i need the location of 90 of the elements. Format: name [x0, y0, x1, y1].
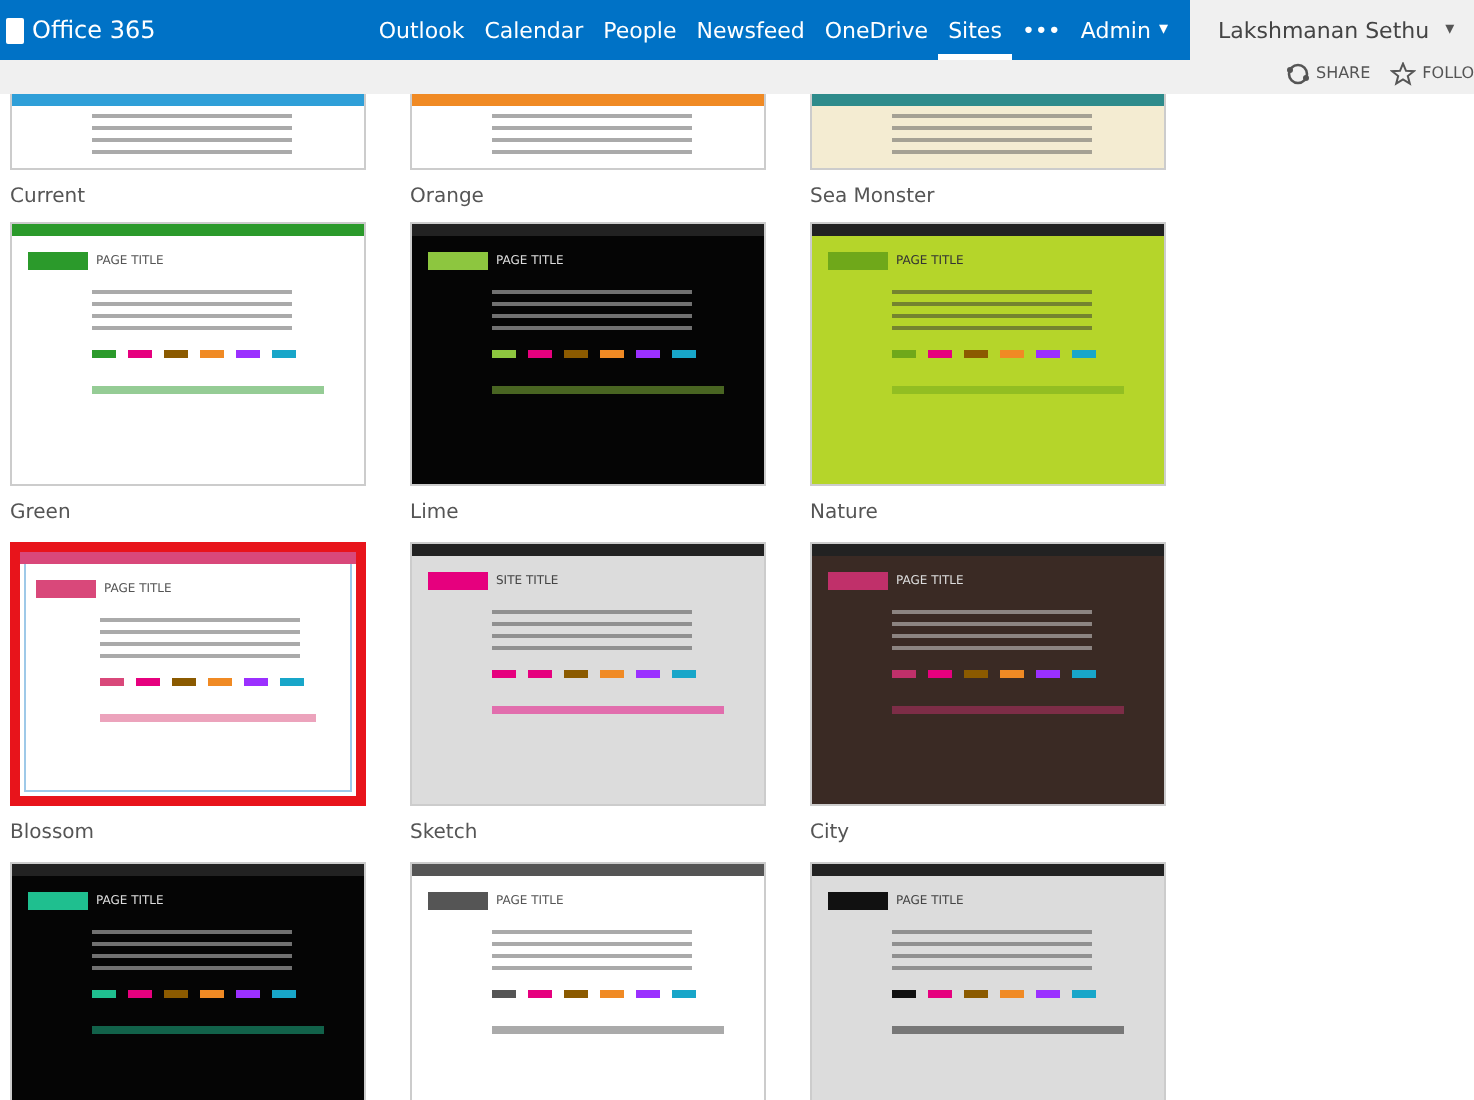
- theme-name: Lime: [410, 500, 461, 524]
- share-button[interactable]: SHARE: [1285, 60, 1371, 86]
- color-swatch: [892, 350, 916, 358]
- color-swatch: [600, 990, 624, 998]
- color-swatch: [672, 670, 696, 678]
- color-swatch: [528, 670, 552, 678]
- color-swatch: [964, 670, 988, 678]
- color-swatch: [1072, 990, 1096, 998]
- color-swatch: [928, 350, 952, 358]
- color-swatch: [1072, 670, 1096, 678]
- site-logo-block: [36, 580, 96, 598]
- color-swatch: [92, 350, 116, 358]
- site-logo-block: [828, 892, 888, 910]
- color-swatch: [928, 670, 952, 678]
- color-swatch: [272, 350, 296, 358]
- color-swatch: [1000, 350, 1024, 358]
- color-swatch: [236, 990, 260, 998]
- color-swatch: [672, 990, 696, 998]
- color-swatch: [528, 350, 552, 358]
- nav-link[interactable]: Sites: [938, 0, 1012, 60]
- color-swatch: [164, 990, 188, 998]
- color-swatch: [1036, 670, 1060, 678]
- color-swatch: [492, 670, 516, 678]
- theme-name: Nature: [810, 500, 880, 524]
- nav-link[interactable]: Newsfeed: [686, 0, 815, 60]
- color-swatch: [892, 670, 916, 678]
- color-swatch: [1000, 670, 1024, 678]
- color-swatch: [492, 350, 516, 358]
- theme-name: Sketch: [410, 820, 480, 844]
- nav-link[interactable]: OneDrive: [814, 0, 939, 60]
- color-swatch: [200, 990, 224, 998]
- color-swatch: [164, 350, 188, 358]
- theme-name: Orange: [410, 184, 486, 208]
- color-swatch: [100, 678, 124, 686]
- star-icon: [1390, 61, 1417, 85]
- color-swatch: [244, 678, 268, 686]
- site-logo-block: [28, 892, 88, 910]
- color-swatch: [1036, 990, 1060, 998]
- site-logo-block: [828, 572, 888, 590]
- theme-name: Current: [10, 184, 88, 208]
- color-swatch: [964, 350, 988, 358]
- nav-link[interactable]: Calendar: [474, 0, 594, 60]
- color-swatch: [492, 990, 516, 998]
- color-swatch: [280, 678, 304, 686]
- site-logo-block: [428, 572, 488, 590]
- site-logo-block: [428, 252, 488, 270]
- office-logo-icon: [6, 17, 24, 43]
- more-button[interactable]: •••: [1011, 0, 1071, 60]
- follow-button[interactable]: FOLLO: [1390, 60, 1474, 86]
- nav-link[interactable]: Outlook: [368, 0, 475, 60]
- color-swatch: [172, 678, 196, 686]
- color-swatch: [128, 990, 152, 998]
- color-swatch: [636, 990, 660, 998]
- color-swatch: [272, 990, 296, 998]
- theme-name: Green: [10, 500, 73, 524]
- color-swatch: [208, 678, 232, 686]
- color-swatch: [200, 350, 224, 358]
- color-swatch: [636, 670, 660, 678]
- color-swatch: [600, 350, 624, 358]
- color-swatch: [892, 990, 916, 998]
- theme-thumbnail[interactable]: [810, 94, 1166, 170]
- theme-thumbnail[interactable]: [410, 94, 766, 170]
- nav-link[interactable]: People: [593, 0, 687, 60]
- admin-menu[interactable]: Admin ▾: [1070, 0, 1178, 60]
- theme-thumbnail[interactable]: [10, 94, 366, 170]
- share-icon: [1285, 61, 1310, 85]
- color-swatch: [564, 990, 588, 998]
- color-swatch: [136, 678, 160, 686]
- color-swatch: [564, 350, 588, 358]
- color-swatch: [92, 990, 116, 998]
- color-swatch: [600, 670, 624, 678]
- color-swatch: [1000, 990, 1024, 998]
- color-swatch: [528, 990, 552, 998]
- color-swatch: [964, 990, 988, 998]
- color-swatch: [128, 350, 152, 358]
- theme-name: Blossom: [10, 820, 97, 844]
- color-swatch: [1072, 350, 1096, 358]
- color-swatch: [1036, 350, 1060, 358]
- user-menu[interactable]: Lakshmanan Sethu ▾: [1190, 0, 1474, 60]
- color-swatch: [564, 670, 588, 678]
- color-swatch: [636, 350, 660, 358]
- site-logo-block: [28, 252, 88, 270]
- color-swatch: [928, 990, 952, 998]
- brand-name: Office 365: [32, 16, 156, 44]
- site-logo-block: [828, 252, 888, 270]
- site-logo-block: [428, 892, 488, 910]
- theme-name: City: [810, 820, 852, 844]
- color-swatch: [672, 350, 696, 358]
- theme-name: Sea Monster: [810, 184, 937, 208]
- color-swatch: [236, 350, 260, 358]
